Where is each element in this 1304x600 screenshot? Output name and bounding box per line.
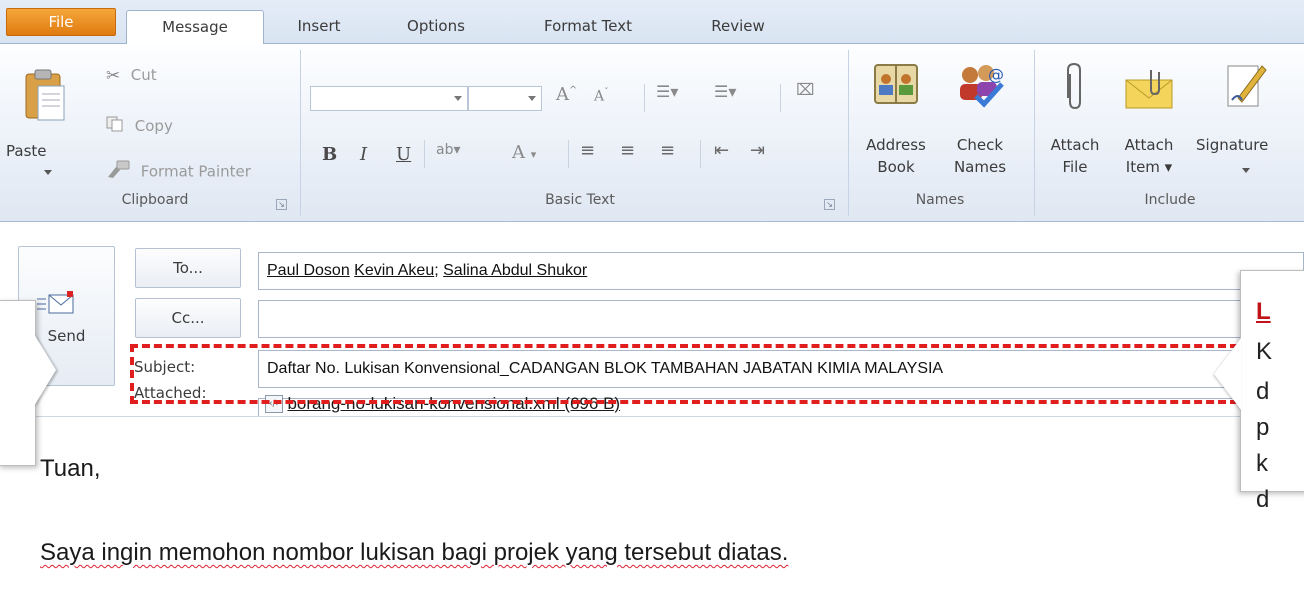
decrease-indent-icon[interactable]: ⇤	[714, 140, 729, 161]
callout-line: p	[1256, 414, 1270, 441]
bold-button[interactable]: B	[322, 144, 337, 165]
address-book-button[interactable]: Address Book	[856, 52, 936, 187]
signature-label: Signature	[1196, 136, 1269, 154]
callout-line: d	[1256, 378, 1270, 405]
basic-text-launcher-icon[interactable]: ↘	[824, 199, 835, 210]
tab-review[interactable]: Review	[690, 10, 786, 44]
tab-file[interactable]: File	[6, 8, 116, 36]
include-group-label: Include	[1144, 192, 1196, 208]
paintbrush-icon	[106, 159, 136, 185]
attach-item-button[interactable]: Attach Item ▾	[1112, 52, 1186, 187]
underline-button[interactable]: U	[396, 144, 411, 165]
copy-label: Copy	[134, 117, 173, 135]
attach-file-label-line2: File	[1062, 158, 1088, 176]
increase-indent-icon[interactable]: ⇥	[750, 140, 765, 161]
check-names-icon: @	[960, 65, 1004, 108]
to-recipients: Paul Doson Kevin Akeu; Salina Abdul Shuk…	[267, 262, 588, 279]
divider	[424, 140, 425, 168]
group-separator	[848, 50, 849, 216]
to-button[interactable]: To...	[135, 248, 241, 288]
shrink-font-button[interactable]: Aˇ	[594, 88, 609, 105]
callout-line: d	[1256, 486, 1270, 513]
paste-label: Paste	[6, 142, 47, 160]
recipient[interactable]: Salina Abdul Shukor	[443, 262, 587, 279]
group-separator	[1034, 50, 1035, 216]
highlight-icon[interactable]: ab▾	[436, 142, 461, 158]
tab-insert[interactable]: Insert	[284, 10, 354, 44]
tab-format-text[interactable]: Format Text	[524, 10, 652, 44]
basic-text-group-label: Basic Text	[545, 192, 615, 208]
ribbon: Paste ✂ Cut Copy Format Painter Clipboar…	[0, 44, 1304, 222]
divider	[700, 140, 701, 168]
tab-message[interactable]: Message	[126, 10, 264, 45]
paste-button[interactable]: Paste	[6, 50, 86, 182]
paste-icon	[25, 69, 65, 121]
check-names-label-line1: Check	[956, 136, 1004, 154]
callout-right-pointer	[1214, 338, 1241, 410]
attach-file-button[interactable]: Attach File	[1040, 52, 1110, 187]
font-name-select[interactable]	[310, 86, 468, 111]
italic-button[interactable]: I	[360, 144, 367, 165]
divider	[568, 140, 569, 168]
attach-file-label-line1: Attach	[1050, 136, 1100, 154]
recipient[interactable]: Kevin Akeu	[354, 262, 434, 279]
cut-label: Cut	[130, 66, 157, 84]
cc-field[interactable]	[258, 300, 1304, 338]
clear-formatting-icon[interactable]: ⌧	[796, 80, 814, 99]
grow-font-button[interactable]: A^	[556, 84, 577, 105]
check-names-button[interactable]: @ Check Names	[938, 52, 1022, 187]
signature-dropdown-arrow[interactable]	[1242, 168, 1250, 173]
callout-line: k	[1256, 450, 1268, 477]
clipboard-group-label: Clipboard	[121, 192, 189, 208]
attach-item-label-line1: Attach	[1124, 136, 1174, 154]
callout-line: K	[1256, 338, 1273, 365]
cc-button[interactable]: Cc...	[135, 298, 241, 338]
paperclip-icon	[1067, 62, 1081, 110]
callout-right	[1240, 270, 1304, 492]
callout-left-pointer	[34, 334, 56, 406]
send-envelope-icon	[37, 291, 74, 314]
address-book-label-line1: Address	[866, 136, 926, 154]
signature-button[interactable]: Signature	[1190, 52, 1304, 187]
to-field[interactable]: Paul Doson Kevin Akeu; Salina Abdul Shuk…	[258, 252, 1304, 290]
bullets-icon[interactable]: ☰▾	[656, 82, 678, 101]
align-left-icon[interactable]: ≡	[580, 140, 595, 161]
numbering-icon[interactable]: ☰▾	[714, 82, 736, 101]
ribbon-tab-bar: File Message Insert Options Format Text …	[0, 0, 1304, 45]
message-body[interactable]: Tuan, Saya ingin memohon nombor lukisan …	[18, 416, 1304, 600]
check-names-label-line2: Names	[953, 158, 1007, 176]
align-center-icon[interactable]: ≡	[620, 140, 635, 161]
copy-icon	[106, 116, 130, 138]
recipient[interactable]: Paul Doson	[267, 262, 350, 279]
greeting-text: Tuan,	[40, 455, 101, 482]
address-book-icon	[874, 64, 918, 104]
subject-highlight-box	[130, 344, 1238, 404]
body-line-1: Saya ingin memohon nombor lukisan bagi p…	[40, 539, 789, 566]
envelope-attach-icon	[1125, 70, 1173, 109]
names-group-label: Names	[915, 192, 965, 208]
scissors-icon: ✂	[106, 65, 121, 86]
cut-button[interactable]: ✂ Cut	[106, 64, 157, 86]
font-color-button[interactable]: A ▾	[512, 142, 536, 163]
copy-button[interactable]: Copy	[106, 115, 173, 137]
align-right-icon[interactable]: ≡	[660, 140, 675, 161]
address-book-label-line2: Book	[877, 158, 915, 176]
tab-options[interactable]: Options	[388, 10, 484, 44]
svg-text:@: @	[988, 65, 1004, 84]
format-painter-label: Format Painter	[140, 162, 251, 181]
clipboard-launcher-icon[interactable]: ↘	[276, 199, 287, 210]
callout-left	[0, 300, 36, 466]
paste-dropdown-arrow[interactable]	[44, 170, 52, 175]
font-size-select[interactable]	[468, 86, 542, 111]
format-painter-button[interactable]: Format Painter	[106, 159, 251, 181]
callout-heading: L	[1256, 298, 1271, 325]
divider	[644, 84, 645, 112]
divider	[780, 84, 781, 112]
signature-icon	[1227, 65, 1267, 107]
attach-item-label-line2: Item ▾	[1125, 158, 1173, 176]
